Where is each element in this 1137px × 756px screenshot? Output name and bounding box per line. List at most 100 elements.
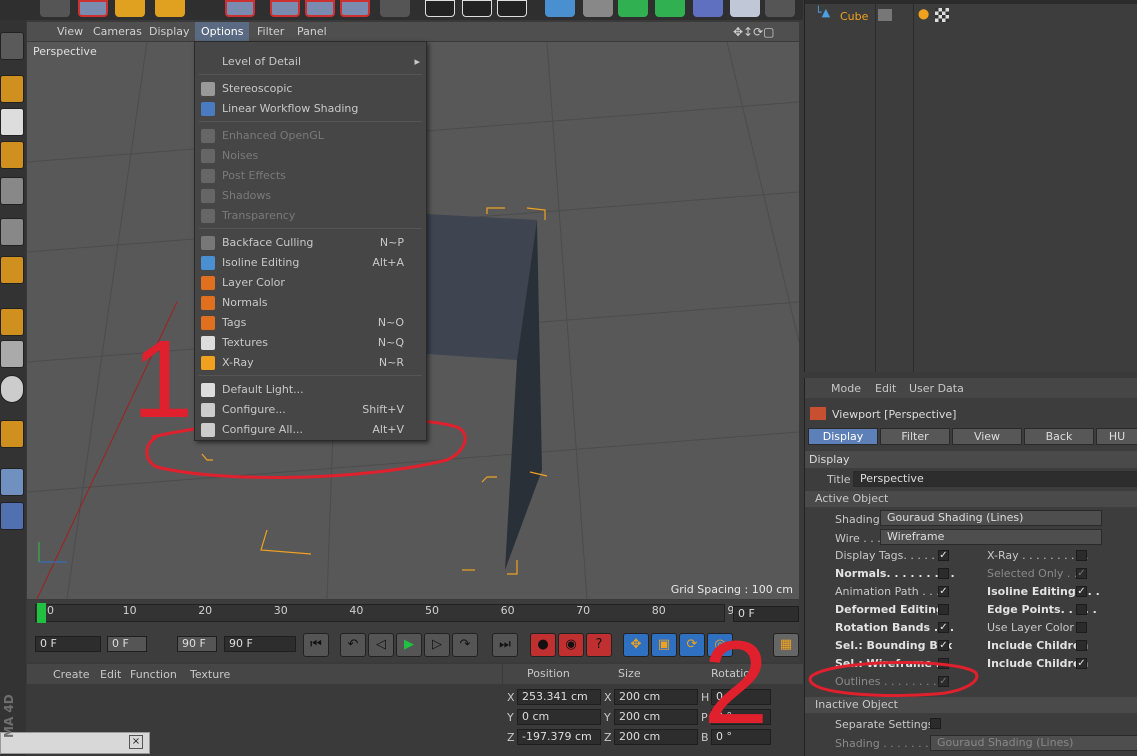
option-checkbox[interactable] <box>1076 604 1087 615</box>
z-axis-icon[interactable] <box>340 0 370 17</box>
snap-icon[interactable] <box>0 420 24 448</box>
size-field[interactable]: 200 cm <box>614 729 698 745</box>
polygons-mode-icon[interactable] <box>0 256 24 284</box>
start-frame-field[interactable]: 0 F <box>35 636 101 652</box>
menu-item-level-of-detail[interactable]: Level of Detail ▸ <box>195 52 426 72</box>
range-start-field[interactable]: 0 F <box>107 636 147 652</box>
play-button[interactable]: ▶ <box>396 633 422 657</box>
range-end-field[interactable]: 90 F <box>177 636 217 652</box>
menu-item-textures[interactable]: Textures N~Q <box>195 333 426 353</box>
option-checkbox[interactable] <box>938 604 949 615</box>
size-field[interactable]: 200 cm <box>614 709 698 725</box>
workplane-mode-icon[interactable] <box>0 141 24 169</box>
menu-item-linear-workflow-shading[interactable]: Linear Workflow Shading <box>195 99 426 119</box>
timeline-ruler[interactable] <box>35 604 725 622</box>
key-scale-button[interactable]: ▣ <box>651 633 677 657</box>
material-menu-texture[interactable]: Texture <box>190 668 230 681</box>
floor-icon[interactable] <box>730 0 760 17</box>
attr-menu-mode[interactable]: Mode <box>831 382 861 395</box>
rotate-icon[interactable] <box>225 0 255 17</box>
edges-mode-icon[interactable] <box>0 218 24 246</box>
autokey-button[interactable]: ◉ <box>558 633 584 657</box>
menu-cameras[interactable]: Cameras <box>93 25 142 38</box>
deformer-icon[interactable] <box>693 0 723 17</box>
option-checkbox[interactable] <box>1076 640 1087 651</box>
inactive-object-group[interactable]: Inactive Object <box>805 697 1137 713</box>
tab-display[interactable]: Display <box>808 428 878 445</box>
position-field[interactable]: -197.379 cm <box>517 729 601 745</box>
array-icon[interactable] <box>655 0 685 17</box>
menu-filter[interactable]: Filter <box>257 25 284 38</box>
option-checkbox[interactable] <box>938 568 949 579</box>
render-view-icon[interactable] <box>425 0 455 17</box>
menu-item-configure[interactable]: Configure... Shift+V <box>195 400 426 420</box>
option-checkbox[interactable]: ✓ <box>938 550 949 561</box>
menu-options[interactable]: Options <box>195 22 250 42</box>
workplane-icon[interactable] <box>0 32 24 60</box>
menu-item-configure-all[interactable]: Configure All... Alt+V <box>195 420 426 440</box>
floating-window[interactable]: × <box>0 732 150 754</box>
scale-icon[interactable] <box>155 0 185 17</box>
shading2-select[interactable]: Gouraud Shading (Lines) <box>930 735 1137 751</box>
layer-icon[interactable] <box>878 9 892 21</box>
spline-icon[interactable] <box>583 0 613 17</box>
option-checkbox[interactable]: ✓ <box>938 586 949 597</box>
tab-filter[interactable]: Filter <box>880 428 950 445</box>
texture-tag-icon[interactable] <box>935 8 949 22</box>
prev-key-button[interactable]: ↶ <box>340 633 366 657</box>
lock-icon[interactable] <box>0 502 24 530</box>
film-button[interactable]: ▦ <box>773 633 799 657</box>
next-frame-button[interactable]: ▷ <box>424 633 450 657</box>
option-checkbox[interactable]: ✓ <box>1076 658 1087 669</box>
tab-view[interactable]: View <box>952 428 1022 445</box>
material-menu-function[interactable]: Function <box>130 668 177 681</box>
wire-select[interactable]: Wireframe <box>880 529 1102 545</box>
move-icon[interactable] <box>115 0 145 17</box>
position-field[interactable]: 253.341 cm <box>517 689 601 705</box>
menu-view[interactable]: View <box>57 25 83 38</box>
render-settings-icon[interactable] <box>497 0 527 17</box>
tweak-icon[interactable] <box>0 340 24 368</box>
menu-display[interactable]: Display <box>149 25 190 38</box>
menu-item-backface-culling[interactable]: Backface Culling N~P <box>195 233 426 253</box>
go-to-start-button[interactable]: ⏮ <box>303 633 329 657</box>
axis-icon[interactable] <box>0 308 24 336</box>
tool-icon[interactable] <box>40 0 70 17</box>
menu-item-default-light[interactable]: Default Light... <box>195 380 426 400</box>
option-checkbox[interactable] <box>1076 550 1087 561</box>
y-axis-icon[interactable] <box>305 0 335 17</box>
keyframe-selection-button[interactable]: ? <box>586 633 612 657</box>
title-field[interactable]: Perspective <box>853 471 1137 487</box>
object-name-cube[interactable]: Cube <box>840 10 868 23</box>
position-field[interactable]: 0 cm <box>517 709 601 725</box>
next-key-button[interactable]: ↷ <box>452 633 478 657</box>
menu-item-layer-color[interactable]: Layer Color <box>195 273 426 293</box>
phong-tag-icon[interactable]: ⬤ <box>918 9 929 20</box>
shading-select[interactable]: Gouraud Shading (Lines) <box>880 510 1102 526</box>
go-to-end-button[interactable]: ⏭ <box>492 633 518 657</box>
model-mode-icon[interactable] <box>0 75 24 103</box>
grid-icon[interactable] <box>0 468 24 496</box>
active-object-group[interactable]: Active Object <box>805 491 1137 507</box>
cube-object-icon[interactable] <box>545 0 575 17</box>
undo-icon[interactable] <box>78 0 108 17</box>
tab-back[interactable]: Back <box>1024 428 1094 445</box>
menu-item-isoline-editing[interactable]: Isoline Editing Alt+A <box>195 253 426 273</box>
render-picture-icon[interactable] <box>462 0 492 17</box>
prev-frame-button[interactable]: ◁ <box>368 633 394 657</box>
key-position-button[interactable]: ✥ <box>623 633 649 657</box>
tab-hu[interactable]: HU <box>1096 428 1137 445</box>
record-key-button[interactable]: ● <box>530 633 556 657</box>
option-checkbox[interactable]: ✓ <box>938 622 949 633</box>
points-mode-icon[interactable] <box>0 177 24 205</box>
key-rotation-button[interactable]: ⟳ <box>679 633 705 657</box>
material-menu-edit[interactable]: Edit <box>100 668 121 681</box>
attr-menu-edit[interactable]: Edit <box>875 382 896 395</box>
playhead[interactable] <box>37 603 46 623</box>
option-checkbox[interactable] <box>1076 622 1087 633</box>
menu-panel[interactable]: Panel <box>297 25 327 38</box>
option-checkbox[interactable]: ✓ <box>1076 586 1087 597</box>
close-icon[interactable]: × <box>129 735 143 749</box>
menu-item-stereoscopic[interactable]: Stereoscopic <box>195 79 426 99</box>
separate-settings-checkbox[interactable] <box>930 718 941 729</box>
